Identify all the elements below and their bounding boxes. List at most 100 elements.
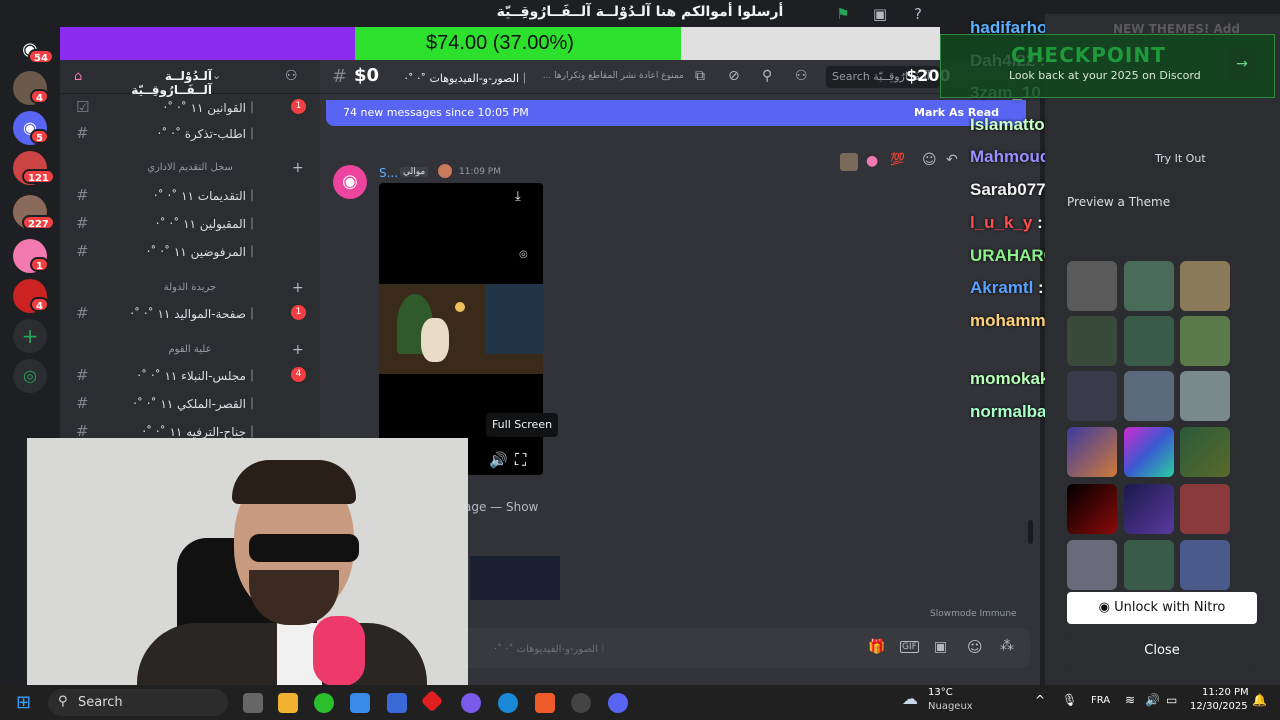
explore-icon[interactable]: ◎	[13, 359, 47, 393]
arrow-right-icon[interactable]: →	[1227, 49, 1257, 79]
unlock-nitro-button[interactable]: ◉ Unlock with Nitro	[1067, 592, 1257, 624]
scrollbar[interactable]	[1028, 520, 1033, 544]
theme-swatch[interactable]	[1124, 316, 1174, 366]
try-it-out[interactable]: Try It Out	[1155, 152, 1206, 165]
theme-swatch[interactable]	[1124, 427, 1174, 477]
theme-swatch[interactable]	[1067, 316, 1117, 366]
gif-icon[interactable]: GIF	[900, 641, 919, 653]
mute-icon[interactable]: ⊘	[728, 68, 740, 84]
category-header[interactable]: سجل التقديم الاداري	[70, 162, 310, 180]
add-channel-icon[interactable]: +	[292, 160, 304, 176]
taskbar-search[interactable]: ⚲ Search	[48, 689, 228, 716]
hash-icon: #	[332, 66, 348, 87]
notifications-icon[interactable]: 🔔	[1252, 693, 1267, 707]
add-server-icon[interactable]: +	[13, 319, 47, 353]
message-author[interactable]: S...	[379, 166, 398, 180]
channel-name: ｜الصور-و-الفيديوهات ˚‧ ˚‧	[404, 72, 531, 85]
threads-icon[interactable]: ⧉	[695, 68, 705, 84]
user-avatar[interactable]: ◉	[333, 165, 367, 199]
server-badge: 227	[22, 215, 55, 230]
emoji-icon[interactable]: ☺	[967, 638, 983, 656]
theme-swatch[interactable]	[1124, 261, 1174, 311]
reaction-icon[interactable]	[840, 153, 858, 171]
window	[485, 284, 543, 354]
members-icon[interactable]: ⚇	[795, 68, 808, 84]
category-header[interactable]: علية القوم	[70, 344, 310, 362]
fullscreen-icon[interactable]: ⛶	[515, 450, 526, 470]
file-explorer-icon[interactable]	[278, 693, 298, 713]
brave-icon[interactable]	[535, 693, 555, 713]
donation-goal-bar: $74.00 (37.00%)	[60, 27, 940, 60]
channel-item[interactable]: ☑ ｜القوانين ١١ ˚‧ ˚‧ 1	[60, 94, 320, 120]
chevron-up-icon[interactable]: ^	[1035, 693, 1045, 707]
obs-icon[interactable]	[571, 693, 591, 713]
pin-icon[interactable]: ⚲	[762, 68, 772, 84]
app-icon[interactable]	[461, 693, 481, 713]
image-attachment[interactable]	[470, 556, 560, 600]
theme-swatch[interactable]	[1067, 371, 1117, 421]
theme-swatch[interactable]	[1067, 540, 1117, 590]
discord-taskbar-icon[interactable]	[608, 693, 628, 713]
server-badge: 5	[30, 129, 49, 144]
xbox-icon[interactable]	[314, 693, 334, 713]
theme-swatch[interactable]	[1067, 427, 1117, 477]
channel-item[interactable]: # ｜اطلب-تذكرة ˚‧ ˚‧	[60, 120, 320, 146]
apps-icon[interactable]: ⁂	[1000, 638, 1014, 654]
theme-swatch[interactable]	[1180, 484, 1230, 534]
theme-swatch[interactable]	[1180, 540, 1230, 590]
anydesk-icon[interactable]	[420, 689, 444, 713]
mic-icon[interactable]: 🎙	[1062, 693, 1077, 707]
message-composer[interactable]: ｜الصور-و-الفيديوهات ˚‧ ˚‧ 🎁 GIF ▣ ☺ ⁂	[460, 628, 1030, 668]
volume-icon[interactable]: 🔊	[1145, 693, 1160, 707]
theme-swatch[interactable]	[1124, 484, 1174, 534]
sticker-icon[interactable]: ▣	[934, 639, 947, 655]
server-header[interactable]: ⌂ آلـدُوْلــة آلــفَــارُوقِــيّة ⌄ ⚇	[60, 60, 320, 97]
add-channel-icon[interactable]: +	[292, 280, 304, 296]
theme-swatch[interactable]	[1067, 261, 1117, 311]
checkpoint-subtitle: Look back at your 2025 on Discord	[1009, 69, 1201, 82]
checkpoint-banner[interactable]: CHECKPOINT Look back at your 2025 on Dis…	[940, 34, 1275, 98]
help-icon[interactable]: ?	[909, 5, 927, 23]
reply-icon[interactable]: ↶	[946, 152, 958, 168]
chat-username: Sarab077	[970, 180, 1046, 199]
brain-icon[interactable]: ●	[866, 153, 878, 169]
edge-icon[interactable]	[498, 693, 518, 713]
download-icon[interactable]: ⤓	[515, 189, 521, 204]
channel-item[interactable]: # ｜مجلس-النبلاء ١١ ˚‧ ˚‧ 4	[60, 362, 320, 388]
weather-temp: 13°C	[928, 687, 953, 698]
battery-icon[interactable]: ▭	[1166, 693, 1177, 707]
add-member-icon[interactable]: ⚇	[285, 68, 298, 84]
channel-item[interactable]: # ｜صفحة-المواليد ١١ ˚‧ ˚‧ 1	[60, 300, 320, 326]
new-messages-bar[interactable]: 74 new messages since 10:05 PM Mark As R…	[326, 100, 1026, 126]
theme-swatch[interactable]	[1180, 261, 1230, 311]
theme-swatch[interactable]	[1180, 316, 1230, 366]
gift-icon[interactable]: 🎁	[868, 639, 885, 655]
checkbox-icon: ☑	[76, 98, 90, 116]
channel-item[interactable]: # ｜المرفوضين ١١ ˚‧ ˚‧	[60, 238, 320, 264]
theme-swatch[interactable]	[1067, 484, 1117, 534]
spoiler-show-link[interactable]: age — Show	[464, 500, 538, 514]
theme-swatch[interactable]	[1124, 371, 1174, 421]
emoji-icon[interactable]: ☺	[922, 152, 937, 168]
close-button[interactable]: Close	[1067, 636, 1257, 666]
channel-item[interactable]: # ｜التقديمات ١١ ˚‧ ˚‧	[60, 182, 320, 208]
store-icon[interactable]	[387, 693, 407, 713]
channel-item[interactable]: # ｜المقبولين ١١ ˚‧ ˚‧	[60, 210, 320, 236]
task-view-icon[interactable]	[243, 693, 263, 713]
language-indicator[interactable]: FRA	[1091, 695, 1110, 706]
add-channel-icon[interactable]: +	[292, 342, 304, 358]
hash-icon: #	[76, 394, 89, 412]
channel-item[interactable]: # ｜القصر-الملكي ١١ ˚‧ ˚‧	[60, 390, 320, 416]
theme-swatch[interactable]	[1124, 540, 1174, 590]
copilot-icon[interactable]	[350, 693, 370, 713]
volume-icon[interactable]: 🔊	[489, 451, 508, 469]
inbox-icon[interactable]: ▣	[871, 5, 889, 23]
category-header[interactable]: جريدة الدولة	[70, 282, 310, 300]
wifi-icon[interactable]: ≋	[1125, 693, 1135, 707]
flag-icon[interactable]: ⚑	[834, 5, 852, 23]
hundred-icon[interactable]: 💯	[890, 152, 905, 166]
windows-start-icon[interactable]: ⊞	[16, 692, 31, 713]
theme-swatch[interactable]	[1180, 371, 1230, 421]
weather-desc: Nuageux	[928, 701, 973, 712]
theme-swatch[interactable]	[1180, 427, 1230, 477]
